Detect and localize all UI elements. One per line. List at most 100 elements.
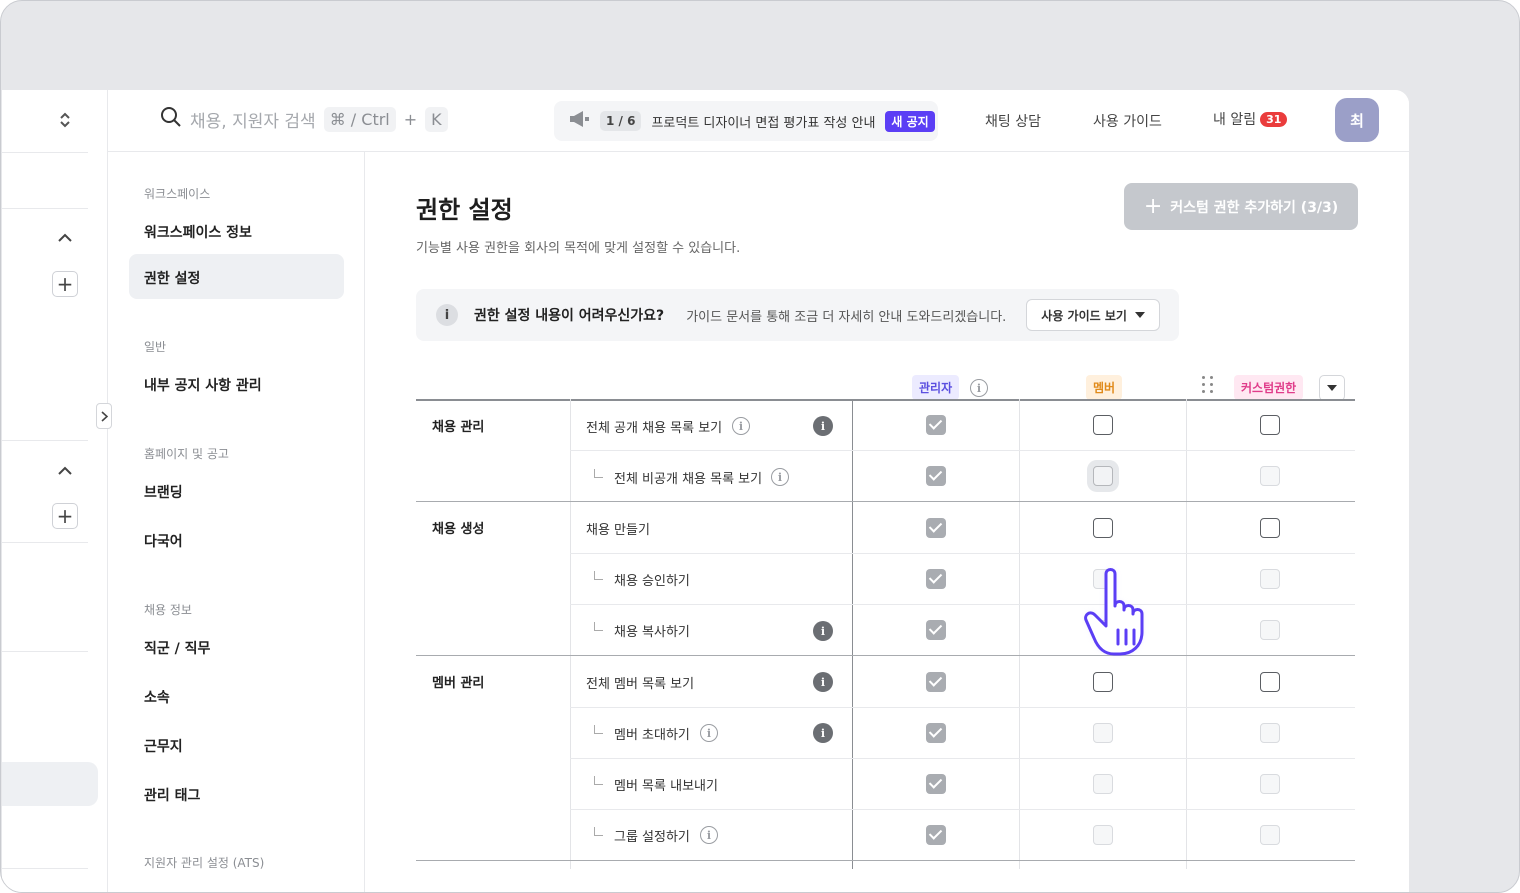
notice-text[interactable]: 프로덕트 디자이너 면접 평가표 작성 안내 — [651, 112, 875, 131]
info-filled-icon[interactable]: i — [813, 416, 833, 436]
custom-permission-checkbox — [1260, 466, 1280, 486]
permission-label: 전체 멤버 목록 보기 — [586, 677, 695, 692]
permission-label: 전체 공개 채용 목록 보기 — [586, 421, 723, 436]
role-chip-custom: 커스텀권한 — [1234, 375, 1304, 400]
custom-permission-checkbox — [1260, 620, 1280, 640]
sidebar-item-manage-tag[interactable]: 관리 태그 — [144, 785, 200, 805]
shortcut-key: K — [425, 106, 448, 132]
search-icon — [160, 106, 182, 132]
add-custom-permission-button[interactable]: + 커스텀 권한 추가하기 (3/3) — [1124, 183, 1358, 230]
search-placeholder[interactable]: 채용, 지원자 검색 — [190, 107, 316, 132]
settings-sidebar: 워크스페이스 워크스페이스 정보 권한 설정 일반 내부 공지 사항 관리 홈페… — [108, 152, 365, 892]
guide-dropdown-label: 사용 가이드 보기 — [1041, 308, 1127, 323]
info-outline-icon[interactable]: i — [700, 826, 718, 844]
role-chip-admin: 관리자 — [912, 375, 960, 400]
add-icon[interactable]: + — [52, 271, 78, 297]
info-filled-icon[interactable]: i — [813, 723, 833, 743]
permission-label: 채용 복사하기 — [614, 625, 690, 640]
admin-permission-checkbox[interactable] — [926, 415, 946, 435]
sidebar-item-workplace[interactable]: 근무지 — [144, 736, 183, 756]
admin-permission-checkbox[interactable] — [926, 466, 946, 486]
new-notice-badge: 새 공지 — [885, 110, 935, 132]
permission-label: 그룹 설정하기 — [614, 830, 690, 845]
help-question: 권한 설정 내용이 어려우신가요? — [474, 308, 665, 324]
shortcut-key: ⌘ / Ctrl — [323, 106, 396, 132]
sub-item-indent-icon — [594, 827, 603, 836]
sidebar-item-workspace-info[interactable]: 워크스페이스 정보 — [144, 222, 252, 242]
guide-dropdown-button[interactable]: 사용 가이드 보기 — [1026, 299, 1160, 331]
member-permission-checkbox — [1093, 723, 1113, 743]
custom-permission-checkbox — [1260, 774, 1280, 794]
admin-permission-checkbox[interactable] — [926, 774, 946, 794]
add-icon[interactable]: + — [52, 503, 78, 529]
caret-down-icon — [1327, 385, 1337, 391]
megaphone-icon — [568, 110, 590, 132]
sidebar-item-job-role[interactable]: 직군 / 직무 — [144, 638, 210, 658]
member-permission-checkbox[interactable] — [1093, 672, 1113, 692]
sub-item-indent-icon — [594, 622, 603, 631]
custom-permission-checkbox[interactable] — [1260, 518, 1280, 538]
admin-permission-checkbox[interactable] — [926, 825, 946, 845]
member-permission-checkbox — [1093, 774, 1113, 794]
guide-link[interactable]: 사용 가이드 — [1093, 111, 1162, 131]
sidebar-item-notice[interactable]: 내부 공지 사항 관리 — [144, 375, 262, 395]
alerts-count-badge: 31 — [1260, 112, 1288, 127]
sidebar-group-job: 채용 정보 — [144, 603, 192, 617]
hand-pointer-icon — [1084, 568, 1144, 656]
info-filled-icon[interactable]: i — [813, 621, 833, 641]
app-window: + + 채용, 지원자 검색 ⌘ / Ctrl + K 1 / 6 프로덕트 디… — [2, 90, 1409, 892]
sidebar-group-homepage: 홈페이지 및 공고 — [144, 447, 229, 461]
admin-permission-checkbox[interactable] — [926, 518, 946, 538]
custom-permission-checkbox[interactable] — [1260, 415, 1280, 435]
rail-selected-item[interactable] — [2, 762, 98, 806]
window-frame: + + 채용, 지원자 검색 ⌘ / Ctrl + K 1 / 6 프로덕트 디… — [0, 0, 1520, 893]
info-outline-icon[interactable]: i — [732, 417, 750, 435]
admin-permission-checkbox[interactable] — [926, 672, 946, 692]
chevron-up-icon[interactable] — [52, 224, 78, 250]
group-label: 멤버 관리 — [432, 676, 485, 691]
alerts-label: 내 알림 — [1213, 112, 1257, 128]
sub-item-indent-icon — [594, 776, 603, 785]
info-outline-icon[interactable]: i — [771, 468, 789, 486]
custom-permission-checkbox — [1260, 825, 1280, 845]
alerts-link[interactable]: 내 알림 31 — [1213, 109, 1288, 129]
sort-toggle-icon[interactable] — [52, 107, 78, 133]
drag-handle-icon[interactable] — [1202, 376, 1214, 394]
permission-label: 전체 비공개 채용 목록 보기 — [614, 472, 763, 487]
top-bar: 채용, 지원자 검색 ⌘ / Ctrl + K 1 / 6 프로덕트 디자이너 … — [108, 90, 1409, 152]
left-rail: + + — [2, 90, 108, 892]
notice-banner[interactable]: 1 / 6 프로덕트 디자이너 면접 평가표 작성 안내 새 공지 — [554, 101, 938, 141]
sidebar-item-affiliation[interactable]: 소속 — [144, 687, 170, 707]
info-outline-icon[interactable]: i — [700, 724, 718, 742]
sidebar-item-permission-label[interactable]: 권한 설정 — [144, 268, 200, 288]
member-permission-checkbox[interactable] — [1093, 415, 1113, 435]
main-content: 권한 설정 기능별 사용 권한을 회사의 목적에 맞게 설정할 수 있습니다. … — [365, 152, 1409, 892]
custom-permission-checkbox[interactable] — [1260, 672, 1280, 692]
sidebar-item-multilang[interactable]: 다국어 — [144, 531, 183, 551]
add-custom-permission-label: 커스텀 권한 추가하기 (3/3) — [1170, 199, 1339, 216]
info-filled-icon[interactable]: i — [813, 672, 833, 692]
shortcut-plus: + — [403, 109, 418, 129]
avatar[interactable]: 최 — [1335, 98, 1379, 142]
help-banner: i 권한 설정 내용이 어려우신가요? 가이드 문서를 통해 조금 더 자세히 … — [416, 289, 1179, 341]
sidebar-item-branding[interactable]: 브랜딩 — [144, 482, 183, 502]
admin-permission-checkbox[interactable] — [926, 723, 946, 743]
group-label: 채용 생성 — [432, 522, 485, 537]
info-icon: i — [436, 304, 458, 326]
role-dropdown-button[interactable] — [1319, 375, 1345, 401]
permission-label: 채용 만들기 — [586, 523, 650, 538]
chat-link[interactable]: 채팅 상담 — [985, 111, 1041, 131]
admin-permission-checkbox[interactable] — [926, 620, 946, 640]
plus-icon: + — [1143, 194, 1163, 219]
chevron-up-icon[interactable] — [52, 457, 78, 483]
sub-item-indent-icon — [594, 469, 603, 478]
role-chip-member: 멤버 — [1086, 375, 1123, 400]
collapse-sidebar-button[interactable] — [96, 403, 112, 429]
info-outline-icon[interactable]: i — [970, 379, 988, 397]
member-permission-checkbox[interactable] — [1093, 466, 1113, 486]
member-permission-checkbox — [1093, 825, 1113, 845]
page-title: 권한 설정 — [416, 196, 513, 224]
admin-permission-checkbox[interactable] — [926, 569, 946, 589]
member-permission-checkbox[interactable] — [1093, 518, 1113, 538]
search-bar[interactable]: 채용, 지원자 검색 ⌘ / Ctrl + K — [160, 106, 448, 132]
